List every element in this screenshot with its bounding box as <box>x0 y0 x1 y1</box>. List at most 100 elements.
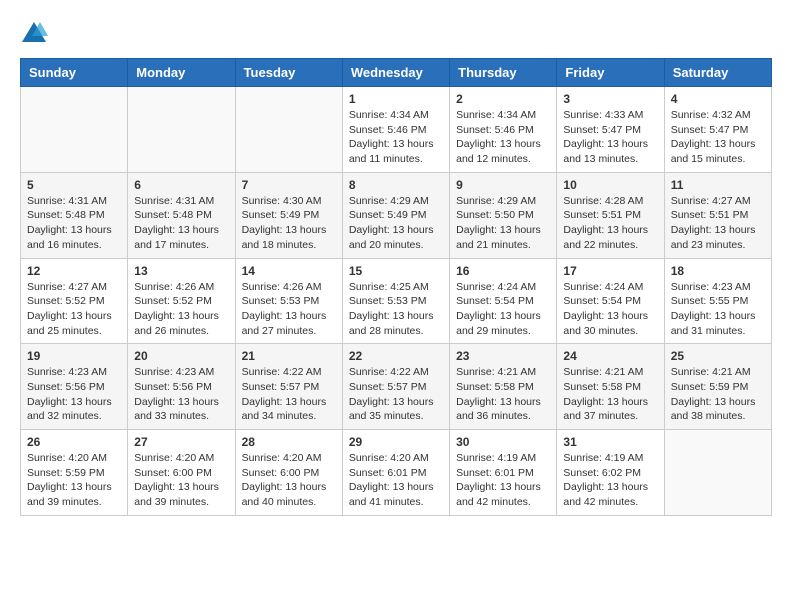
calendar-day-cell: 27 Sunrise: 4:20 AM Sunset: 6:00 PM Dayli… <box>128 430 235 516</box>
calendar-week-row: 12 Sunrise: 4:27 AM Sunset: 5:52 PM Dayli… <box>21 258 772 344</box>
day-number: 19 <box>27 349 121 363</box>
header-friday: Friday <box>557 59 664 87</box>
calendar-day-cell: 4 Sunrise: 4:32 AM Sunset: 5:47 PM Daylig… <box>664 87 771 173</box>
calendar-day-cell: 13 Sunrise: 4:26 AM Sunset: 5:52 PM Dayli… <box>128 258 235 344</box>
calendar-day-cell: 6 Sunrise: 4:31 AM Sunset: 5:48 PM Daylig… <box>128 172 235 258</box>
calendar-week-row: 19 Sunrise: 4:23 AM Sunset: 5:56 PM Dayli… <box>21 344 772 430</box>
day-number: 25 <box>671 349 765 363</box>
day-number: 11 <box>671 178 765 192</box>
day-info: Sunrise: 4:21 AM Sunset: 5:59 PM Dayligh… <box>671 365 765 424</box>
day-info: Sunrise: 4:20 AM Sunset: 6:00 PM Dayligh… <box>134 451 228 510</box>
day-number: 13 <box>134 264 228 278</box>
day-number: 7 <box>242 178 336 192</box>
calendar-day-cell: 16 Sunrise: 4:24 AM Sunset: 5:54 PM Dayli… <box>450 258 557 344</box>
day-info: Sunrise: 4:27 AM Sunset: 5:52 PM Dayligh… <box>27 280 121 339</box>
calendar-day-cell: 12 Sunrise: 4:27 AM Sunset: 5:52 PM Dayli… <box>21 258 128 344</box>
calendar-day-cell: 17Sunrise: 4:24 AM Sunset: 5:54 PM Dayli… <box>557 258 664 344</box>
day-info: Sunrise: 4:34 AM Sunset: 5:46 PM Dayligh… <box>349 108 443 167</box>
calendar-day-cell: 25 Sunrise: 4:21 AM Sunset: 5:59 PM Dayli… <box>664 344 771 430</box>
day-info: Sunrise: 4:34 AM Sunset: 5:46 PM Dayligh… <box>456 108 550 167</box>
day-info: Sunrise: 4:33 AM Sunset: 5:47 PM Dayligh… <box>563 108 657 167</box>
day-number: 28 <box>242 435 336 449</box>
day-number: 20 <box>134 349 228 363</box>
day-info: Sunrise: 4:23 AM Sunset: 5:55 PM Dayligh… <box>671 280 765 339</box>
day-number: 3 <box>563 92 657 106</box>
day-info: Sunrise: 4:24 AM Sunset: 5:54 PM Dayligh… <box>563 280 657 339</box>
header-saturday: Saturday <box>664 59 771 87</box>
day-info: Sunrise: 4:19 AM Sunset: 6:02 PM Dayligh… <box>563 451 657 510</box>
day-number: 12 <box>27 264 121 278</box>
calendar-week-row: 26 Sunrise: 4:20 AM Sunset: 5:59 PM Dayli… <box>21 430 772 516</box>
calendar-day-cell: 8Sunrise: 4:29 AM Sunset: 5:49 PM Daylig… <box>342 172 449 258</box>
day-info: Sunrise: 4:31 AM Sunset: 5:48 PM Dayligh… <box>134 194 228 253</box>
calendar-header-row: Sunday Monday Tuesday Wednesday Thursday… <box>21 59 772 87</box>
day-info: Sunrise: 4:21 AM Sunset: 5:58 PM Dayligh… <box>456 365 550 424</box>
calendar-table: Sunday Monday Tuesday Wednesday Thursday… <box>20 58 772 516</box>
logo-icon <box>20 20 48 48</box>
day-number: 4 <box>671 92 765 106</box>
day-number: 22 <box>349 349 443 363</box>
day-info: Sunrise: 4:32 AM Sunset: 5:47 PM Dayligh… <box>671 108 765 167</box>
calendar-day-cell: 15 Sunrise: 4:25 AM Sunset: 5:53 PM Dayli… <box>342 258 449 344</box>
calendar-day-cell <box>21 87 128 173</box>
calendar-day-cell: 22Sunrise: 4:22 AM Sunset: 5:57 PM Dayli… <box>342 344 449 430</box>
day-number: 6 <box>134 178 228 192</box>
day-number: 14 <box>242 264 336 278</box>
calendar-day-cell: 9 Sunrise: 4:29 AM Sunset: 5:50 PM Daylig… <box>450 172 557 258</box>
calendar-day-cell: 28 Sunrise: 4:20 AM Sunset: 6:00 PM Dayli… <box>235 430 342 516</box>
day-info: Sunrise: 4:23 AM Sunset: 5:56 PM Dayligh… <box>27 365 121 424</box>
day-info: Sunrise: 4:20 AM Sunset: 6:00 PM Dayligh… <box>242 451 336 510</box>
day-number: 18 <box>671 264 765 278</box>
day-info: Sunrise: 4:21 AM Sunset: 5:58 PM Dayligh… <box>563 365 657 424</box>
day-info: Sunrise: 4:20 AM Sunset: 6:01 PM Dayligh… <box>349 451 443 510</box>
logo <box>20 20 52 48</box>
header-monday: Monday <box>128 59 235 87</box>
calendar-day-cell: 30Sunrise: 4:19 AM Sunset: 6:01 PM Dayli… <box>450 430 557 516</box>
day-info: Sunrise: 4:29 AM Sunset: 5:49 PM Dayligh… <box>349 194 443 253</box>
page-header <box>20 20 772 48</box>
day-number: 9 <box>456 178 550 192</box>
calendar-day-cell <box>235 87 342 173</box>
calendar-day-cell: 23 Sunrise: 4:21 AM Sunset: 5:58 PM Dayli… <box>450 344 557 430</box>
day-number: 27 <box>134 435 228 449</box>
day-info: Sunrise: 4:24 AM Sunset: 5:54 PM Dayligh… <box>456 280 550 339</box>
day-number: 5 <box>27 178 121 192</box>
calendar-day-cell: 26 Sunrise: 4:20 AM Sunset: 5:59 PM Dayli… <box>21 430 128 516</box>
calendar-day-cell: 5 Sunrise: 4:31 AM Sunset: 5:48 PM Daylig… <box>21 172 128 258</box>
day-info: Sunrise: 4:27 AM Sunset: 5:51 PM Dayligh… <box>671 194 765 253</box>
header-wednesday: Wednesday <box>342 59 449 87</box>
day-info: Sunrise: 4:29 AM Sunset: 5:50 PM Dayligh… <box>456 194 550 253</box>
calendar-day-cell: 31Sunrise: 4:19 AM Sunset: 6:02 PM Dayli… <box>557 430 664 516</box>
calendar-day-cell: 29 Sunrise: 4:20 AM Sunset: 6:01 PM Dayli… <box>342 430 449 516</box>
calendar-day-cell: 2 Sunrise: 4:34 AM Sunset: 5:46 PM Daylig… <box>450 87 557 173</box>
day-number: 2 <box>456 92 550 106</box>
calendar-day-cell: 19 Sunrise: 4:23 AM Sunset: 5:56 PM Dayli… <box>21 344 128 430</box>
day-number: 30 <box>456 435 550 449</box>
header-thursday: Thursday <box>450 59 557 87</box>
day-number: 26 <box>27 435 121 449</box>
day-info: Sunrise: 4:26 AM Sunset: 5:52 PM Dayligh… <box>134 280 228 339</box>
calendar-day-cell: 11 Sunrise: 4:27 AM Sunset: 5:51 PM Dayli… <box>664 172 771 258</box>
day-number: 15 <box>349 264 443 278</box>
header-sunday: Sunday <box>21 59 128 87</box>
day-number: 23 <box>456 349 550 363</box>
day-info: Sunrise: 4:30 AM Sunset: 5:49 PM Dayligh… <box>242 194 336 253</box>
day-info: Sunrise: 4:28 AM Sunset: 5:51 PM Dayligh… <box>563 194 657 253</box>
day-info: Sunrise: 4:25 AM Sunset: 5:53 PM Dayligh… <box>349 280 443 339</box>
day-info: Sunrise: 4:26 AM Sunset: 5:53 PM Dayligh… <box>242 280 336 339</box>
day-info: Sunrise: 4:31 AM Sunset: 5:48 PM Dayligh… <box>27 194 121 253</box>
calendar-day-cell <box>128 87 235 173</box>
day-info: Sunrise: 4:20 AM Sunset: 5:59 PM Dayligh… <box>27 451 121 510</box>
header-tuesday: Tuesday <box>235 59 342 87</box>
calendar-day-cell: 7 Sunrise: 4:30 AM Sunset: 5:49 PM Daylig… <box>235 172 342 258</box>
calendar-day-cell <box>664 430 771 516</box>
day-number: 10 <box>563 178 657 192</box>
calendar-day-cell: 14 Sunrise: 4:26 AM Sunset: 5:53 PM Dayli… <box>235 258 342 344</box>
calendar-day-cell: 20Sunrise: 4:23 AM Sunset: 5:56 PM Dayli… <box>128 344 235 430</box>
calendar-day-cell: 21Sunrise: 4:22 AM Sunset: 5:57 PM Dayli… <box>235 344 342 430</box>
calendar-day-cell: 10 Sunrise: 4:28 AM Sunset: 5:51 PM Dayli… <box>557 172 664 258</box>
day-number: 21 <box>242 349 336 363</box>
day-number: 16 <box>456 264 550 278</box>
day-number: 29 <box>349 435 443 449</box>
calendar-day-cell: 1Sunrise: 4:34 AM Sunset: 5:46 PM Daylig… <box>342 87 449 173</box>
